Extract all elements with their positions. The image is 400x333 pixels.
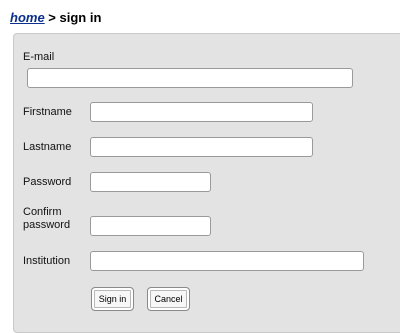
confirm-password-label: Confirm password (23, 206, 70, 232)
signin-form-panel: E-mail Firstname Lastname Password Confi… (13, 33, 400, 333)
confirm-password-field[interactable] (90, 216, 211, 236)
email-label: E-mail (23, 51, 55, 63)
email-field[interactable] (27, 68, 353, 88)
firstname-field[interactable] (90, 102, 313, 122)
sign-in-button[interactable]: Sign in (91, 287, 134, 311)
lastname-field[interactable] (90, 137, 313, 157)
breadcrumb-separator: > (44, 10, 60, 25)
confirm-password-label-line2: password (23, 219, 71, 231)
institution-label: Institution (23, 255, 71, 267)
cancel-button[interactable]: Cancel (147, 287, 190, 311)
password-label: Password (23, 176, 72, 188)
firstname-label: Firstname (23, 106, 72, 118)
lastname-label: Lastname (23, 141, 72, 153)
breadcrumb-current: sign in (59, 10, 102, 25)
home-link[interactable]: home (10, 10, 45, 25)
breadcrumb: home > sign in (10, 10, 101, 25)
institution-field[interactable] (90, 251, 364, 271)
password-field[interactable] (90, 172, 211, 192)
confirm-password-label-line1: Confirm (23, 206, 62, 218)
